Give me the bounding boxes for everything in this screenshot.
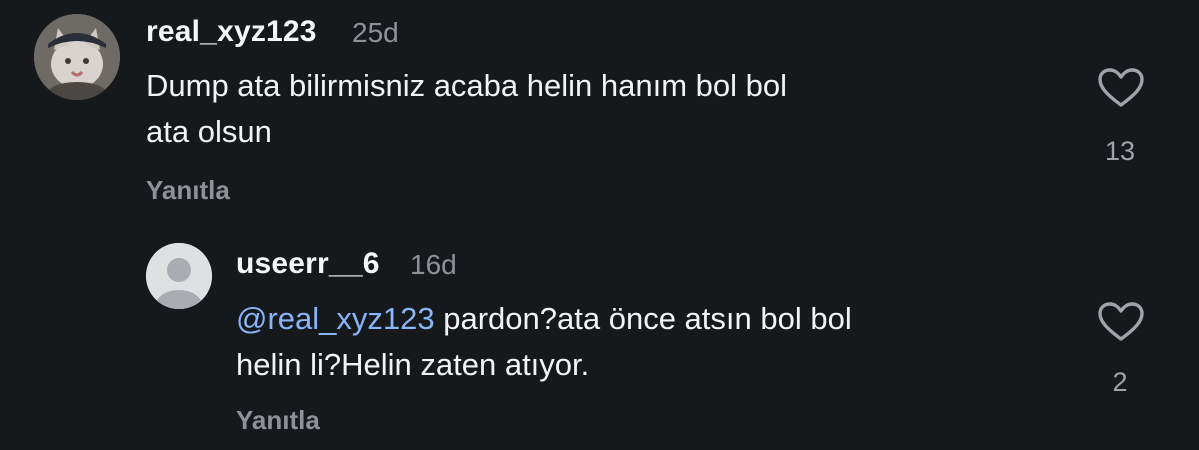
reply-text: @real_xyz123 pardon?ata önce atsın bol b…	[236, 296, 852, 388]
mention-link[interactable]: @real_xyz123	[236, 301, 435, 336]
cat-photo-avatar-icon	[34, 14, 120, 100]
avatar[interactable]	[146, 243, 212, 309]
reply-button[interactable]: Yanıtla	[146, 175, 230, 206]
reply-text-line: @real_xyz123 pardon?ata önce atsın bol b…	[236, 296, 852, 342]
reply-button[interactable]: Yanıtla	[236, 405, 320, 436]
heart-outline-icon	[1098, 68, 1144, 107]
reply-text-line: helin li?Helin zaten atıyor.	[236, 347, 590, 382]
comment-timestamp: 25d	[352, 17, 399, 48]
comment-text-line: ata olsun	[146, 114, 272, 149]
avatar[interactable]	[34, 14, 120, 100]
like-count: 13	[1104, 136, 1136, 166]
like-button[interactable]	[1098, 302, 1144, 342]
reply-username[interactable]: useerr__6	[236, 247, 380, 281]
reply-timestamp: 16d	[410, 249, 457, 280]
default-user-avatar-icon	[146, 243, 212, 309]
comment-username[interactable]: real_xyz123	[146, 15, 317, 49]
reply-text-segment: pardon?ata önce atsın bol bol	[434, 301, 852, 336]
heart-outline-icon	[1098, 302, 1144, 341]
comment-text-line: Dump ata bilirmisniz acaba helin hanım b…	[146, 68, 787, 103]
like-count: 2	[1112, 367, 1128, 397]
comment-text: Dump ata bilirmisniz acaba helin hanım b…	[146, 63, 787, 155]
like-button[interactable]	[1098, 68, 1144, 108]
